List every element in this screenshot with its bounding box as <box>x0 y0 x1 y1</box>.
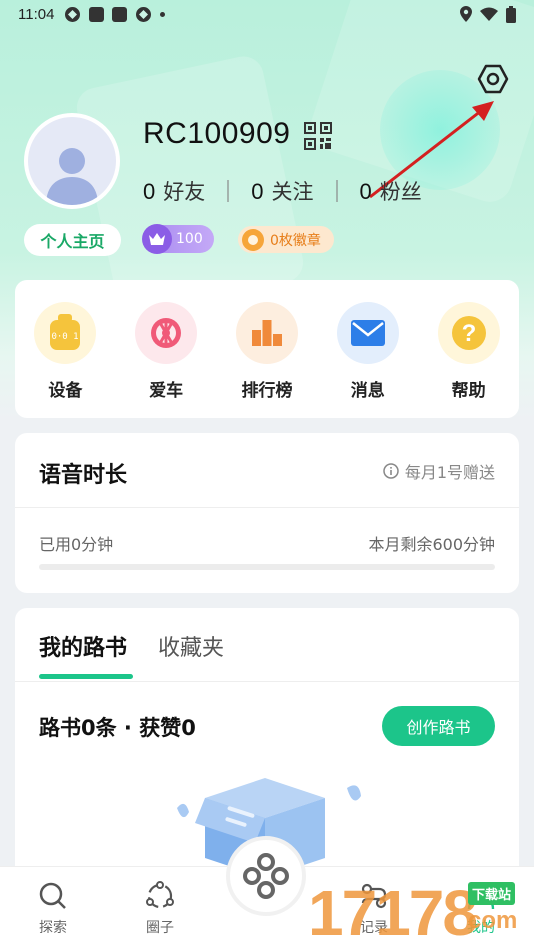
tab-favorites[interactable]: 收藏夹 <box>158 630 224 662</box>
tool-label: 设备 <box>48 381 83 401</box>
stat-divider <box>335 180 338 202</box>
create-route-button[interactable]: 创作路书 <box>382 706 495 746</box>
voice-note-text: 每月1号赠送 <box>404 463 495 482</box>
following-label: 关注 <box>271 180 314 204</box>
tool-car[interactable]: 爱车 <box>121 302 211 418</box>
username: RC100909 <box>143 117 291 150</box>
tool-device[interactable]: 0·0 1 设备 <box>20 302 110 418</box>
voice-title: 语音时长 <box>39 463 128 488</box>
info-icon <box>383 463 399 479</box>
nodes-icon <box>243 853 289 899</box>
medal-label: 0枚徽章 <box>270 232 321 249</box>
avatar[interactable] <box>24 113 120 209</box>
more-dot-icon <box>160 11 166 17</box>
device-icon: 0·0 1 <box>34 302 97 364</box>
app-notification-icon-2 <box>112 6 128 22</box>
settings-icon <box>477 64 509 94</box>
wifi-icon <box>480 7 498 21</box>
level-value: 100 <box>176 231 203 247</box>
circle-icon <box>146 881 174 909</box>
stat-friends[interactable]: 0 好友 <box>143 176 205 206</box>
route-summary: 路书0条 · 获赞0 <box>39 716 196 740</box>
tab-explore[interactable]: 探索 <box>13 881 93 937</box>
tab-my-routes[interactable]: 我的路书 <box>39 630 127 662</box>
location-icon <box>460 6 472 22</box>
mail-icon <box>336 302 399 364</box>
stat-divider <box>227 180 230 202</box>
tool-label: 排行榜 <box>241 381 293 401</box>
default-avatar-icon <box>46 148 98 205</box>
watermark-logo: 17178 下载站 com <box>308 876 517 950</box>
followers-label: 粉丝 <box>379 180 422 204</box>
medal-badge[interactable]: 0枚徽章 <box>238 226 334 253</box>
qr-code-button[interactable] <box>304 122 332 154</box>
settings-button[interactable] <box>476 62 510 96</box>
watermark-tag: 下载站 <box>468 882 516 905</box>
stat-following[interactable]: 0 关注 <box>251 176 313 206</box>
tool-label: 爱车 <box>149 381 184 401</box>
watermark-domain: com <box>468 907 518 934</box>
tab-label: 圈子 <box>146 920 174 936</box>
status-bar: 11:04 <box>0 0 534 28</box>
divider <box>15 507 519 508</box>
tool-leaderboard[interactable]: 排行榜 <box>222 302 312 418</box>
voice-note: 每月1号赠送 <box>383 459 495 483</box>
voice-used: 已用0分钟 <box>39 535 114 554</box>
battery-icon <box>506 5 516 23</box>
tool-label: 消息 <box>350 381 385 401</box>
notification-icon-2 <box>136 6 152 22</box>
leaderboard-icon <box>235 302 298 364</box>
following-count: 0 <box>251 179 264 204</box>
profile-stats: 0 好友 0 关注 0 粉丝 <box>143 176 422 206</box>
followers-count: 0 <box>359 179 372 204</box>
crown-icon <box>142 224 172 254</box>
tab-circle[interactable]: 圈子 <box>120 881 200 937</box>
level-badge[interactable]: 100 <box>142 224 214 254</box>
svg-text:?: ? <box>461 320 476 347</box>
search-icon <box>39 882 66 909</box>
friends-label: 好友 <box>163 180 206 204</box>
voice-duration-card: 语音时长 每月1号赠送 已用0分钟 本月剩余600分钟 <box>15 433 519 593</box>
stat-followers[interactable]: 0 粉丝 <box>360 176 422 206</box>
tool-label: 帮助 <box>451 381 486 401</box>
status-time: 11:04 <box>18 5 55 23</box>
tool-help[interactable]: ? 帮助 <box>424 302 514 418</box>
notification-icon <box>65 6 81 22</box>
divider <box>15 681 519 682</box>
qr-code-icon <box>304 122 332 150</box>
tab-label: 探索 <box>39 920 67 936</box>
active-tab-indicator <box>39 674 133 679</box>
help-icon: ? <box>437 302 500 364</box>
tool-messages[interactable]: 消息 <box>323 302 413 418</box>
app-notification-icon <box>89 6 105 22</box>
svg-text:0·0 1: 0·0 1 <box>52 332 79 342</box>
voice-progress-bar <box>39 564 495 570</box>
voice-remaining: 本月剩余600分钟 <box>368 535 495 554</box>
personal-homepage-button[interactable]: 个人主页 <box>24 224 121 256</box>
friends-count: 0 <box>143 179 156 204</box>
watermark-digits: 17178 <box>308 877 478 949</box>
center-action-button[interactable] <box>226 836 306 916</box>
steering-wheel-icon <box>135 302 198 364</box>
tools-card: 0·0 1 设备 爱车 排行榜 消息 ? 帮助 <box>15 280 519 418</box>
medal-icon <box>242 228 264 251</box>
